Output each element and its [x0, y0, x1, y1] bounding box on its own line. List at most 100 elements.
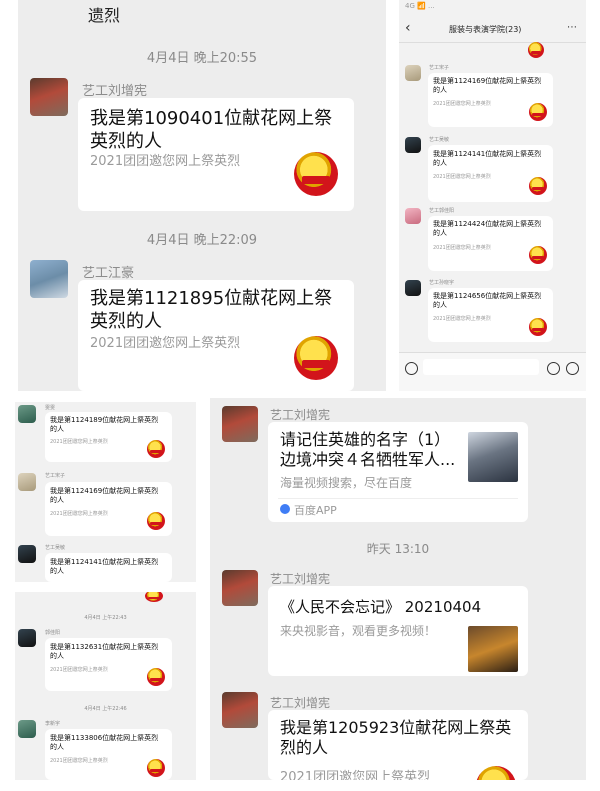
card-title: 我是第1124656位献花网上祭英烈的人 [433, 292, 542, 309]
sender-name: 艺工刘增宪 [82, 84, 148, 99]
message-snippet: 遗烈 [88, 6, 121, 25]
avatar[interactable] [222, 406, 258, 442]
sender-name: 雯雯 [45, 405, 56, 411]
card-title: 我是第1124141位献花网上祭英烈的人 [50, 558, 159, 575]
link-card[interactable]: 我是第1205923位献花网上祭英烈的人 2021团团邀您网上祭英烈 [268, 710, 528, 780]
group-title: 服装与表演学院(23) [449, 25, 522, 34]
baidu-app-icon [280, 504, 290, 514]
card-title: 我是第1205923位献花网上祭英烈的人 [280, 718, 512, 757]
youth-league-emblem-icon [529, 318, 547, 336]
link-card[interactable]: 我是第1124169位献花网上祭英烈的人 2021团团邀您网上祭英烈 [45, 482, 172, 536]
chat-panel-c: 雯雯 我是第1124189位献花网上祭英烈的人 2021团团邀您网上祭英烈 艺工… [15, 402, 196, 582]
timestamp: 昨天 13:10 [366, 542, 430, 556]
avatar[interactable] [405, 208, 421, 224]
card-subtitle: 2021团团邀您网上祭英烈 [90, 154, 241, 169]
status-bar: 4G 📶 ... [405, 2, 435, 10]
youth-league-emblem-icon [476, 766, 516, 780]
chat-panel-b: 4G 📶 ... ‹ 服装与表演学院(23) ⋯ 艺工宋子 我是第1124169… [399, 0, 586, 391]
youth-league-emblem-icon [145, 592, 163, 602]
link-card[interactable]: 我是第1124141位献花网上祭英烈的人 [45, 553, 172, 582]
chat-panel-e: 艺工刘增宪 请记住英雄的名字（1）边境冲突４名牺牲军人... 海量视频搜索，尽在… [210, 398, 586, 780]
card-subtitle: 2021团团邀您网上祭英烈 [433, 101, 491, 107]
video-thumbnail [468, 432, 518, 482]
add-icon[interactable] [566, 362, 579, 375]
youth-league-emblem-icon [147, 668, 165, 686]
youth-league-emblem-icon [529, 246, 547, 264]
link-card[interactable]: 我是第1124189位献花网上祭英烈的人 2021团团邀您网上祭英烈 [45, 412, 172, 462]
sender-name: 郭佳阳 [45, 630, 61, 636]
card-title: 我是第1132631位献花网上祭英烈的人 [50, 643, 159, 660]
avatar[interactable] [222, 692, 258, 728]
youth-league-emblem-icon [529, 103, 547, 121]
card-subtitle: 2021团团邀您网上祭英烈 [50, 667, 108, 673]
card-divider [278, 498, 518, 499]
sender-name: 艺工江豪 [82, 266, 135, 281]
emoji-icon[interactable] [547, 362, 560, 375]
card-title: 我是第1090401位献花网上祭英烈的人 [90, 108, 333, 152]
link-card[interactable]: 我是第1124424位献花网上祭英烈的人 2021团团邀您网上祭英烈 [428, 216, 553, 271]
avatar[interactable] [405, 280, 421, 296]
card-subtitle: 来央视影音，观看更多视频！ [280, 624, 437, 638]
sender-name: 艺工宋子 [45, 473, 66, 479]
sender-name: 艺工刘增宪 [270, 408, 331, 422]
avatar[interactable] [405, 65, 421, 81]
back-icon[interactable]: ‹ [405, 20, 411, 36]
message-input[interactable] [423, 359, 539, 375]
link-card[interactable]: 我是第1124141位献花网上祭英烈的人 2021团团邀您网上祭英烈 [428, 145, 553, 202]
link-card[interactable]: 我是第1124656位献花网上祭英烈的人 2021团团邀您网上祭英烈 [428, 288, 553, 342]
link-card[interactable]: 请记住英雄的名字（1）边境冲突４名牺牲军人... 海量视频搜索，尽在百度 百度A… [268, 422, 528, 522]
chat-panel-d: 4月4日 上午22:43 郭佳阳 我是第1132631位献花网上祭英烈的人 20… [15, 592, 196, 780]
avatar[interactable] [405, 137, 421, 153]
card-title: 我是第1121895位献花网上祭英烈的人 [90, 288, 333, 332]
sender-name: 李新宇 [45, 721, 61, 727]
card-subtitle: 2021团团邀您网上祭英烈 [90, 336, 241, 351]
link-card[interactable]: 我是第1121895位献花网上祭英烈的人 2021团团邀您网上祭英烈 [78, 280, 354, 391]
card-subtitle: 2021团团邀您网上祭英烈 [433, 245, 491, 251]
sender-name: 艺工刘增宪 [270, 696, 331, 710]
input-bar [399, 352, 586, 391]
top-bar: ‹ 服装与表演学院(23) ⋯ [399, 20, 586, 43]
link-card[interactable]: 《人民不会忘记》 20210404 来央视影音，观看更多视频！ [268, 586, 528, 676]
timestamp: 4月4日 晚上22:09 [146, 233, 258, 248]
youth-league-emblem-icon [528, 42, 544, 58]
link-card[interactable]: 我是第1132631位献花网上祭英烈的人 2021团团邀您网上祭英烈 [45, 638, 172, 691]
card-subtitle: 2021团团邀您网上祭英烈 [50, 511, 108, 517]
avatar[interactable] [18, 629, 36, 647]
avatar[interactable] [18, 545, 36, 563]
youth-league-emblem-icon [147, 759, 165, 777]
youth-league-emblem-icon [147, 512, 165, 530]
card-subtitle: 2021团团邀您网上祭英烈 [280, 770, 431, 780]
sender-name: 艺工吴敏 [45, 545, 66, 551]
card-subtitle: 海量视频搜索，尽在百度 [280, 476, 413, 490]
avatar[interactable] [18, 405, 36, 423]
card-subtitle: 2021团团邀您网上祭英烈 [50, 758, 108, 764]
card-title: 《人民不会忘记》 20210404 [280, 598, 482, 616]
sender-name: 艺工孙晓宇 [429, 280, 455, 286]
timestamp: 4月4日 上午22:46 [84, 706, 127, 712]
chat-panel-a: 遗烈 4月4日 晚上20:55 艺工刘增宪 我是第1090401位献花网上祭英烈… [18, 0, 386, 391]
youth-league-emblem-icon [147, 440, 165, 458]
card-subtitle: 2021团团邀您网上祭英烈 [433, 316, 491, 322]
card-title: 我是第1124141位献花网上祭英烈的人 [433, 150, 542, 167]
sender-name: 艺工吴敏 [429, 137, 450, 143]
sender-name: 艺工郭佳阳 [429, 208, 455, 214]
sender-name: 艺工刘增宪 [270, 572, 331, 586]
link-card[interactable]: 我是第1133806位献花网上祭英烈的人 2021团团邀您网上祭英烈 [45, 729, 172, 780]
timestamp: 4月4日 上午22:43 [84, 615, 127, 621]
card-title: 我是第1124169位献花网上祭英烈的人 [433, 77, 542, 94]
card-title: 我是第1124189位献花网上祭英烈的人 [50, 416, 159, 433]
sender-name: 艺工宋子 [429, 65, 450, 71]
avatar[interactable] [30, 260, 68, 298]
more-icon[interactable]: ⋯ [567, 22, 577, 33]
voice-icon[interactable] [405, 362, 418, 375]
link-card[interactable]: 我是第1124169位献花网上祭英烈的人 2021团团邀您网上祭英烈 [428, 73, 553, 127]
avatar[interactable] [222, 570, 258, 606]
link-card[interactable]: 我是第1090401位献花网上祭英烈的人 2021团团邀您网上祭英烈 [78, 98, 354, 211]
card-title: 请记住英雄的名字（1）边境冲突４名牺牲军人... [280, 430, 456, 469]
card-title: 我是第1133806位献花网上祭英烈的人 [50, 734, 159, 751]
avatar[interactable] [18, 473, 36, 491]
avatar[interactable] [30, 78, 68, 116]
video-thumbnail [468, 626, 518, 672]
card-title: 我是第1124424位献花网上祭英烈的人 [433, 220, 542, 237]
avatar[interactable] [18, 720, 36, 738]
